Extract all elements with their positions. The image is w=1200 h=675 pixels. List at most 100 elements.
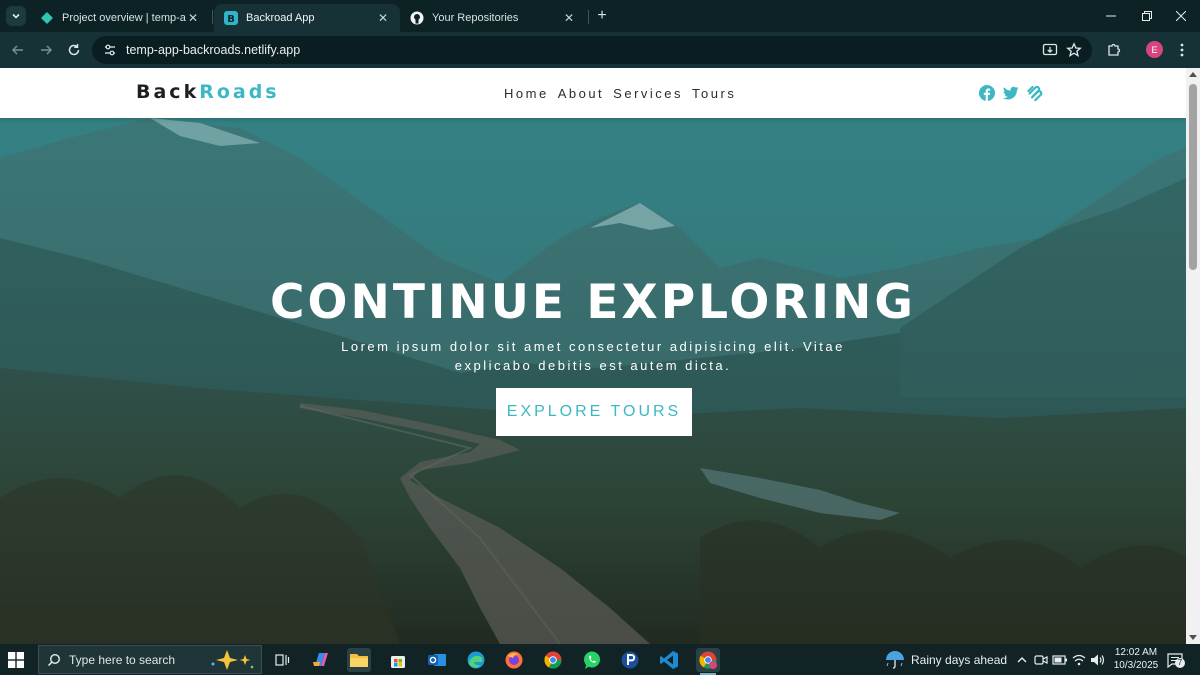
wifi-icon[interactable] — [1072, 653, 1086, 667]
plus-icon: + — [597, 7, 607, 24]
profile-avatar[interactable]: E — [1146, 41, 1163, 58]
taskbar-app-whatsapp[interactable] — [580, 648, 604, 672]
copilot-icon — [313, 653, 328, 666]
notification-center-button[interactable]: 7 — [1166, 651, 1185, 669]
star-icon — [1066, 42, 1082, 57]
new-tab-button[interactable]: + — [592, 6, 612, 26]
taskbar-clock[interactable]: 12:02 AM 10/3/2025 — [1108, 646, 1164, 672]
battery-icon[interactable] — [1052, 654, 1068, 666]
chevron-down-icon — [12, 13, 20, 19]
meet-now-icon[interactable] — [1034, 653, 1048, 667]
page-scrollbar[interactable] — [1186, 68, 1200, 644]
taskbar-app-file-explorer[interactable] — [347, 648, 371, 672]
windows-taskbar: Type here to search Rainy days ahead 12:… — [0, 644, 1200, 675]
taskbar-app-chrome[interactable] — [541, 648, 565, 672]
clock-time: 12:02 AM — [1114, 647, 1158, 658]
firefox-icon — [505, 651, 523, 669]
tab-your-repositories[interactable]: Your Repositories ✕ — [400, 4, 586, 32]
chrome-profile-icon — [699, 651, 717, 669]
browser-tab-strip: Project overview | temp-app-ba ✕ B Backr… — [0, 0, 1200, 32]
tab-title: Your Repositories — [432, 12, 519, 24]
hero-section: CONTINUE EXPLORING Lorem ipsum dolor sit… — [0, 118, 1186, 644]
hero-title: CONTINUE EXPLORING — [270, 275, 916, 330]
taskbar-app-edge[interactable] — [464, 648, 488, 672]
facebook-icon[interactable] — [979, 85, 995, 101]
taskbar-app-copilot[interactable] — [309, 648, 333, 672]
browser-menu-button[interactable] — [1172, 40, 1192, 60]
pycharm-icon — [621, 651, 639, 669]
github-icon — [410, 11, 424, 25]
clock-date: 10/3/2025 — [1113, 660, 1159, 671]
taskbar-app-outlook[interactable] — [425, 648, 449, 672]
arrow-right-icon — [41, 45, 53, 55]
back-button[interactable] — [6, 38, 30, 62]
site-navbar: BackRoads Home About Services Tours — [0, 68, 1186, 118]
tab-title: Project overview | temp-app-ba — [62, 12, 186, 24]
nav-link-services[interactable]: Services — [613, 86, 683, 101]
twitter-icon[interactable] — [1003, 85, 1019, 101]
minimize-icon — [1106, 15, 1116, 17]
netlify-diamond-icon — [41, 12, 53, 24]
puzzle-icon — [1108, 43, 1121, 56]
arrow-left-icon — [11, 45, 23, 55]
install-app-button[interactable] — [1040, 40, 1060, 60]
chevron-up-icon[interactable] — [1016, 654, 1028, 666]
more-vertical-icon — [1180, 43, 1184, 57]
windows-start-icon[interactable] — [8, 652, 24, 668]
restore-icon — [1142, 11, 1152, 21]
nav-link-about[interactable]: About — [558, 86, 604, 101]
taskbar-app-firefox[interactable] — [502, 648, 526, 672]
nav-link-home[interactable]: Home — [504, 86, 549, 101]
forward-button[interactable] — [34, 38, 58, 62]
taskbar-app-pycharm[interactable] — [618, 648, 642, 672]
tab-divider — [588, 10, 589, 24]
logo-text-roads: Roads — [199, 81, 280, 103]
address-bar[interactable]: temp-app-backroads.netlify.app — [92, 36, 1092, 64]
folder-icon — [350, 654, 368, 667]
task-view-icon — [275, 654, 290, 666]
taskbar-app-microsoft-store[interactable] — [386, 648, 410, 672]
close-window-button[interactable] — [1162, 4, 1200, 28]
notification-count-badge: 7 — [1175, 658, 1185, 668]
store-icon — [391, 656, 405, 668]
tab-search-button[interactable] — [6, 6, 26, 26]
reload-icon — [68, 44, 80, 56]
reload-button[interactable] — [62, 38, 86, 62]
squarespace-icon[interactable] — [1027, 85, 1043, 101]
search-icon — [47, 653, 61, 666]
minimize-button[interactable] — [1092, 4, 1130, 28]
site-logo[interactable]: BackRoads — [136, 81, 280, 103]
close-icon[interactable]: ✕ — [376, 11, 390, 25]
nav-link-tours[interactable]: Tours — [692, 86, 736, 101]
tab-divider — [212, 10, 213, 24]
close-icon — [1176, 11, 1186, 21]
outlook-icon — [428, 654, 446, 666]
taskbar-search-box[interactable]: Type here to search — [38, 645, 262, 674]
url-text: temp-app-backroads.netlify.app — [126, 43, 301, 57]
bookmark-star-button[interactable] — [1064, 40, 1084, 60]
scroll-up-arrow-icon[interactable] — [1189, 72, 1197, 77]
chrome-icon — [544, 651, 562, 669]
restore-button[interactable] — [1128, 4, 1166, 28]
svg-text:B: B — [227, 14, 235, 25]
extensions-button[interactable] — [1104, 40, 1124, 60]
volume-icon[interactable] — [1090, 653, 1106, 667]
bootstrap-b-icon: B — [224, 11, 238, 25]
close-icon[interactable]: ✕ — [186, 11, 200, 25]
explore-tours-button[interactable]: EXPLORE TOURS — [496, 388, 692, 436]
tab-backroad-app[interactable]: B Backroad App ✕ — [214, 4, 400, 32]
sparkle-icon — [211, 649, 254, 670]
browser-toolbar: temp-app-backroads.netlify.app E — [0, 32, 1200, 68]
close-icon[interactable]: ✕ — [562, 11, 576, 25]
task-view-button[interactable] — [270, 648, 294, 672]
scrollbar-thumb[interactable] — [1189, 84, 1197, 270]
weather-text[interactable]: Rainy days ahead — [911, 653, 1007, 667]
whatsapp-icon — [584, 651, 600, 669]
scroll-down-arrow-icon[interactable] — [1189, 635, 1197, 640]
site-settings-icon[interactable] — [100, 40, 120, 60]
logo-text-back: Back — [136, 81, 200, 103]
taskbar-app-chrome-profile[interactable] — [696, 648, 720, 675]
tab-project-overview[interactable]: Project overview | temp-app-ba ✕ — [30, 4, 210, 32]
taskbar-app-vscode[interactable] — [657, 648, 681, 672]
edge-icon — [467, 651, 485, 669]
